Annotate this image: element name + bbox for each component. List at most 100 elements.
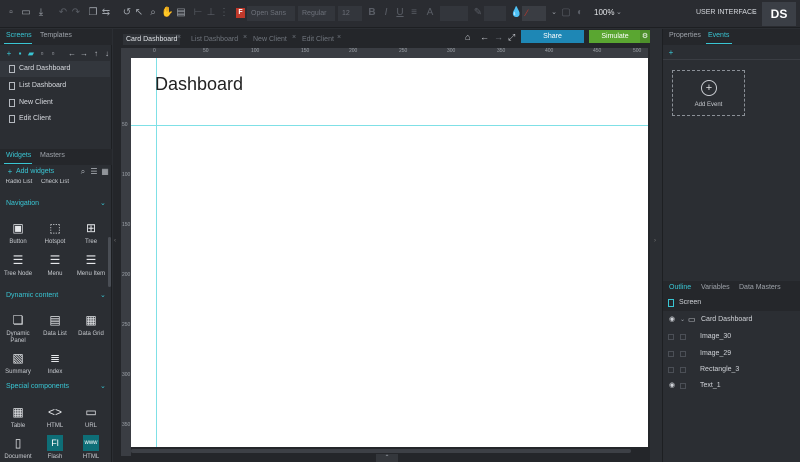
new-file-icon[interactable]: ▫ — [5, 7, 17, 19]
move-up-icon[interactable]: ↑ — [92, 50, 100, 58]
eye-icon[interactable]: ◉ — [668, 382, 676, 390]
widget-summary[interactable]: ▧ Summary — [2, 350, 34, 376]
screen-item-card-dashboard[interactable]: Card Dashboard — [0, 61, 110, 77]
section-special-components[interactable]: Special components — [6, 383, 69, 390]
outline-root-row[interactable]: ◉ ⌄ ▭ Card Dashboard — [663, 312, 800, 328]
mode-selector[interactable]: USER INTERFACE — [696, 9, 757, 16]
border-icon[interactable]: ▢ — [560, 7, 572, 19]
screen-item-list-dashboard[interactable]: List Dashboard — [0, 78, 110, 94]
font-style-select[interactable]: Regular — [298, 6, 335, 21]
widget-radio-list[interactable]: Radio List — [3, 179, 35, 186]
zoom-level[interactable]: 100% — [594, 8, 614, 17]
close-icon[interactable]: × — [337, 34, 341, 41]
section-dynamic-content[interactable]: Dynamic content — [6, 292, 58, 299]
tab-edit-client[interactable]: Edit Client — [302, 34, 334, 45]
font-size-select[interactable]: 12 — [338, 6, 362, 21]
tab-new-client[interactable]: New Client — [253, 34, 287, 45]
transfer-icon[interactable]: ⇆ — [100, 7, 112, 19]
lock-checkbox[interactable] — [680, 334, 686, 340]
collapse-left-icon[interactable]: ‹ — [114, 238, 120, 250]
widget-check-list[interactable]: Check List — [39, 179, 71, 186]
list-view-icon[interactable]: ☰ — [90, 168, 98, 176]
search-icon[interactable]: ⌕ — [79, 168, 87, 176]
pen-icon[interactable]: ✎ — [472, 7, 484, 19]
add-screen-icon[interactable]: + — [5, 50, 13, 58]
tab-variables[interactable]: Variables — [701, 284, 730, 291]
section-navigation[interactable]: Navigation — [6, 200, 39, 207]
tab-list-dashboard[interactable]: List Dashboard — [191, 34, 238, 45]
tab-templates[interactable]: Templates — [40, 32, 72, 39]
italic-icon[interactable]: I — [380, 7, 392, 19]
tab-data-masters[interactable]: Data Masters — [739, 284, 781, 291]
duplicate-icon[interactable]: ▫ — [38, 50, 46, 58]
user-avatar[interactable]: DS — [762, 2, 796, 26]
tab-masters[interactable]: Masters — [40, 152, 65, 159]
add-screen-alt-icon[interactable]: ▪ — [16, 50, 24, 58]
bold-icon[interactable]: B — [366, 7, 378, 19]
close-icon[interactable]: × — [177, 34, 181, 41]
fullscreen-icon[interactable]: ⤢ — [508, 32, 515, 43]
tab-events[interactable]: Events — [708, 32, 729, 39]
widget-table[interactable]: ▦ Table — [2, 404, 34, 430]
outline-item-row[interactable]: Image_30 — [663, 329, 800, 345]
outline-item-row[interactable]: Image_29 — [663, 346, 800, 362]
move-down-icon[interactable]: ↓ — [103, 50, 111, 58]
home-icon[interactable]: ⌂ — [465, 32, 470, 42]
widget-hotspot[interactable]: ⬚ Hotspot — [39, 220, 71, 246]
design-canvas[interactable]: Dashboard — [131, 58, 648, 447]
tab-screens[interactable]: Screens — [6, 32, 32, 39]
text-color-select[interactable] — [440, 6, 468, 21]
widget-index[interactable]: ≣ Index — [39, 350, 71, 376]
back-arrow-icon[interactable]: ↺ — [121, 7, 133, 19]
zoom-caret-icon[interactable]: ⌄ — [616, 8, 622, 16]
chevron-down-icon[interactable]: ⌄ — [680, 312, 685, 328]
chevron-down-icon[interactable]: ⌄ — [100, 199, 106, 207]
widget-tree[interactable]: ⊞ Tree — [75, 220, 107, 246]
widget-button[interactable]: ▣ Button — [2, 220, 34, 246]
redo-icon[interactable]: ↷ — [70, 7, 82, 19]
hand-icon[interactable]: ✋ — [161, 7, 173, 19]
share-button[interactable]: Share — [521, 30, 584, 43]
fill-color-select[interactable]: ⁄ — [522, 6, 546, 21]
open-folder-icon[interactable]: ▭ — [20, 7, 32, 19]
expand-up-icon[interactable]: ⌃ — [376, 454, 398, 462]
opacity-icon[interactable]: ◐ — [574, 7, 586, 19]
move-left-icon[interactable]: ← — [68, 50, 76, 58]
screen-item-edit-client[interactable]: Edit Client — [0, 111, 110, 127]
text-color-icon[interactable]: A — [424, 7, 436, 19]
underline-icon[interactable]: U — [394, 7, 406, 19]
widget-html[interactable]: <> HTML — [39, 404, 71, 430]
download-icon[interactable]: ⤓ — [35, 7, 47, 19]
widgets-scrollbar[interactable] — [108, 237, 111, 287]
chevron-down-icon[interactable]: ⌄ — [100, 291, 106, 299]
align-center-icon[interactable]: ⊥ — [205, 7, 217, 19]
simulate-button[interactable]: Simulate — [589, 30, 641, 43]
widget-data-list[interactable]: ▤ Data List — [39, 312, 71, 338]
widget-tree-node[interactable]: ☰ Tree Node — [2, 252, 34, 278]
tab-widgets[interactable]: Widgets — [6, 152, 31, 159]
simulate-settings-icon[interactable]: ⚙ — [640, 30, 650, 43]
lock-checkbox[interactable] — [680, 367, 686, 373]
widget-menu-item[interactable]: ☰ Menu Item — [75, 252, 107, 278]
widget-flash[interactable]: Fl Flash — [39, 435, 71, 461]
visibility-checkbox[interactable] — [668, 351, 674, 357]
visibility-checkbox[interactable] — [668, 367, 674, 373]
pointer-icon[interactable]: ↖ — [133, 7, 145, 19]
lock-checkbox[interactable] — [680, 351, 686, 357]
screen-item-new-client[interactable]: New Client — [0, 95, 110, 111]
add-interaction-icon[interactable]: + — [667, 49, 675, 57]
widget-document[interactable]: ▯ Document — [2, 435, 34, 461]
copy-icon[interactable]: ❐ — [87, 7, 99, 19]
nav-back-icon[interactable]: ← — [480, 32, 489, 42]
stroke-select[interactable] — [484, 6, 506, 21]
outline-item-row[interactable]: Rectangle_3 — [663, 362, 800, 378]
tab-outline[interactable]: Outline — [669, 284, 691, 291]
paint-icon[interactable]: ▤ — [175, 7, 187, 19]
widget-dynamic-panel[interactable]: ❏ Dynamic Panel — [2, 312, 34, 345]
move-right-icon[interactable]: → — [80, 50, 88, 58]
delete-icon[interactable]: ▫ — [49, 50, 57, 58]
mode-caret-icon[interactable]: ⌄ — [752, 8, 758, 16]
close-icon[interactable]: × — [292, 34, 296, 41]
text-align-icon[interactable]: ≡ — [408, 7, 420, 19]
canvas-text-dashboard[interactable]: Dashboard — [155, 74, 243, 95]
